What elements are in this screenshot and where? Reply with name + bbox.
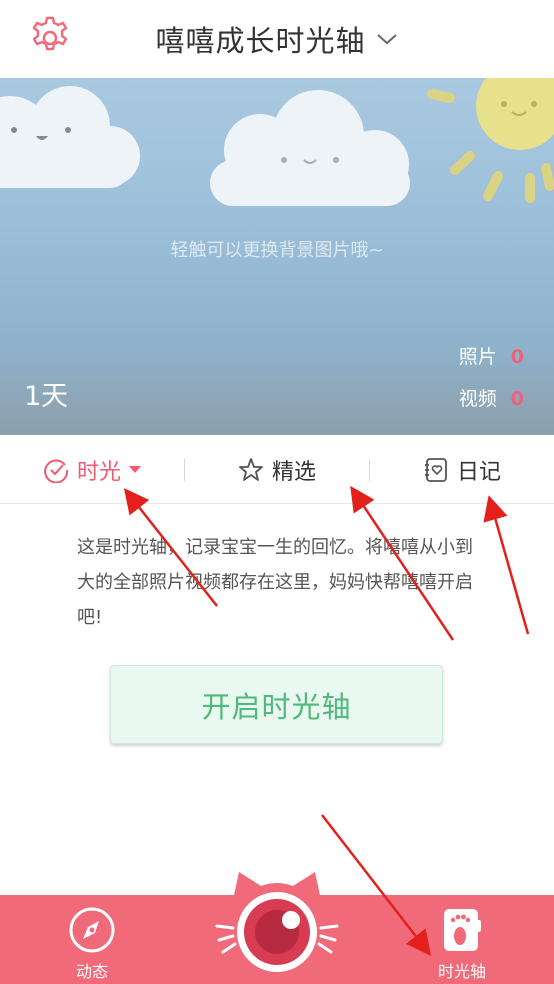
timeline-intro-text: 这是时光轴，记录宝宝一生的回忆。将嘻嘻从小到大的全部照片视频都存在这里，妈妈快帮… — [77, 537, 473, 628]
clock-check-icon — [44, 458, 69, 483]
tab-featured[interactable]: 精选 — [185, 435, 369, 504]
compass-icon — [69, 907, 115, 953]
tab-diary[interactable]: 日记 — [370, 435, 554, 504]
album-title-selector[interactable]: 嘻嘻成长时光轴 — [0, 18, 554, 60]
nav-timeline[interactable]: 时光轴 — [422, 895, 502, 984]
tab-timeline-label: 时光 — [76, 459, 121, 485]
chevron-down-icon — [376, 34, 397, 45]
tab-diary-label: 日记 — [456, 459, 501, 485]
caret-down-icon — [129, 466, 141, 473]
photo-count: 照片 0 — [459, 342, 524, 369]
camera-button[interactable] — [215, 862, 339, 984]
diary-icon — [424, 457, 447, 482]
nav-feed[interactable]: 动态 — [52, 895, 132, 984]
video-count-value: 0 — [510, 388, 524, 410]
content-tabs: 时光 精选 日记 — [0, 435, 554, 504]
cover-banner[interactable]: 轻触可以更换背景图片哦~ 1天 照片 0 视频 0 — [0, 78, 554, 435]
photo-count-value: 0 — [510, 346, 524, 368]
tab-timeline[interactable]: 时光 — [0, 435, 184, 504]
days-count: 1天 — [24, 381, 69, 412]
camera-cat-icon — [215, 872, 339, 982]
video-count: 视频 0 — [459, 384, 524, 411]
star-icon — [239, 457, 263, 481]
cloud-middle — [210, 90, 410, 206]
nav-timeline-label: 时光轴 — [437, 962, 486, 981]
video-label: 视频 — [458, 388, 497, 410]
cloud-left — [0, 86, 140, 188]
footprint-icon — [444, 909, 481, 951]
photo-label: 照片 — [458, 346, 497, 368]
top-header: 嘻嘻成长时光轴 — [0, 0, 554, 78]
nav-feed-label: 动态 — [75, 962, 108, 981]
page-title: 嘻嘻成长时光轴 — [155, 24, 366, 58]
annotation-arrow — [483, 495, 530, 635]
change-background-hint: 轻触可以更换背景图片哦~ — [170, 240, 384, 261]
start-timeline-button[interactable]: 开启时光轴 — [110, 665, 443, 744]
sun-icon — [427, 78, 554, 203]
tab-featured-label: 精选 — [271, 459, 316, 485]
